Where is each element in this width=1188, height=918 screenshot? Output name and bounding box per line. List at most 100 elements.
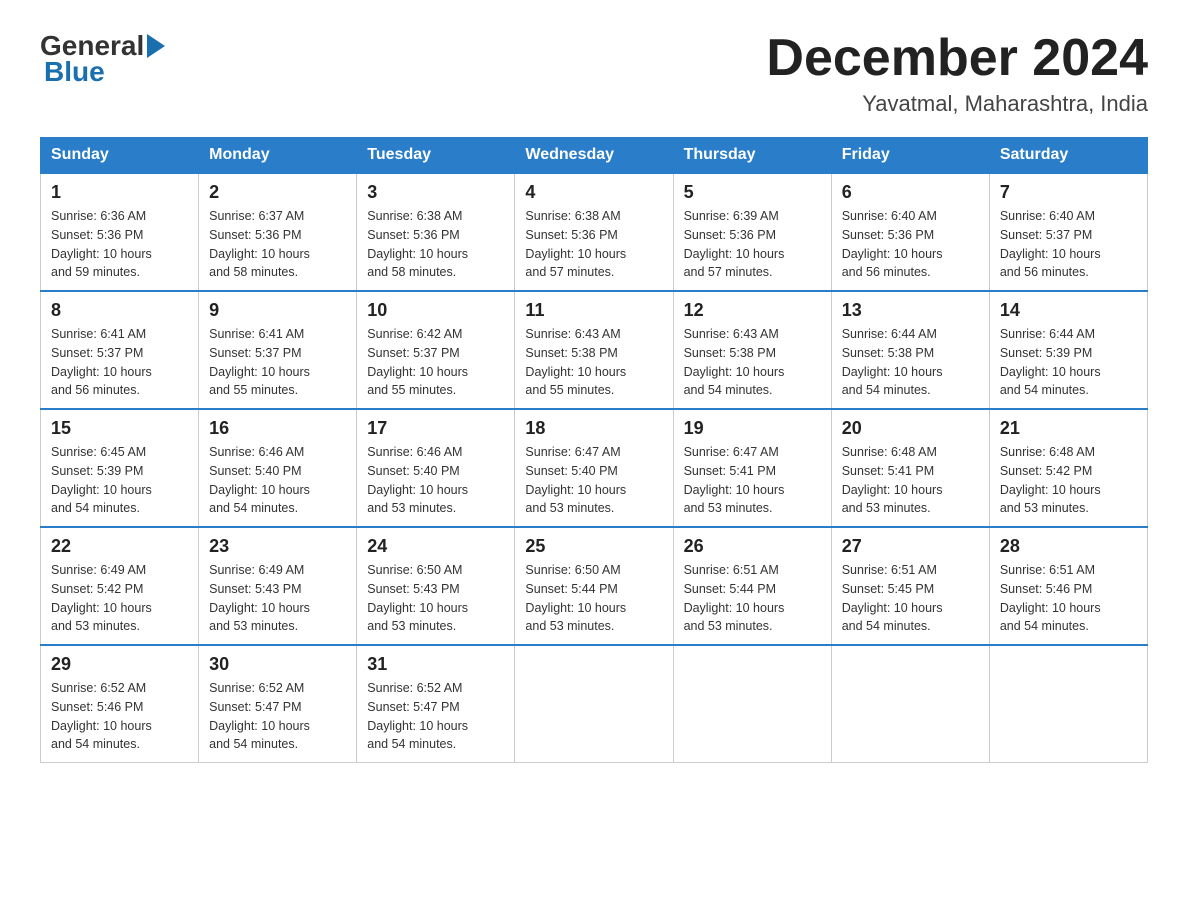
calendar-cell: 7 Sunrise: 6:40 AMSunset: 5:37 PMDaylight…	[989, 173, 1147, 291]
day-number: 11	[525, 300, 662, 321]
calendar-cell: 31 Sunrise: 6:52 AMSunset: 5:47 PMDayligh…	[357, 645, 515, 763]
calendar-cell: 8 Sunrise: 6:41 AMSunset: 5:37 PMDaylight…	[41, 291, 199, 409]
day-info: Sunrise: 6:45 AMSunset: 5:39 PMDaylight:…	[51, 443, 188, 518]
calendar-header: SundayMondayTuesdayWednesdayThursdayFrid…	[41, 138, 1148, 174]
calendar-cell: 9Sunrise: 6:41 AMSunset: 5:37 PMDaylight…	[199, 291, 357, 409]
calendar-body: 1 Sunrise: 6:36 AMSunset: 5:36 PMDaylight…	[41, 173, 1148, 763]
day-info: Sunrise: 6:49 AMSunset: 5:43 PMDaylight:…	[209, 561, 346, 636]
day-info: Sunrise: 6:39 AMSunset: 5:36 PMDaylight:…	[684, 207, 821, 282]
calendar-cell: 12 Sunrise: 6:43 AMSunset: 5:38 PMDayligh…	[673, 291, 831, 409]
page-header: General Blue December 2024 Yavatmal, Mah…	[40, 30, 1148, 117]
day-number: 12	[684, 300, 821, 321]
day-info: Sunrise: 6:51 AMSunset: 5:44 PMDaylight:…	[684, 561, 821, 636]
day-number: 27	[842, 536, 979, 557]
day-info: Sunrise: 6:38 AMSunset: 5:36 PMDaylight:…	[367, 207, 504, 282]
day-number: 16	[209, 418, 346, 439]
day-number: 2	[209, 182, 346, 203]
day-info: Sunrise: 6:50 AMSunset: 5:44 PMDaylight:…	[525, 561, 662, 636]
day-info: Sunrise: 6:46 AMSunset: 5:40 PMDaylight:…	[367, 443, 504, 518]
calendar-cell: 13Sunrise: 6:44 AMSunset: 5:38 PMDayligh…	[831, 291, 989, 409]
day-number: 22	[51, 536, 188, 557]
day-info: Sunrise: 6:40 AMSunset: 5:37 PMDaylight:…	[1000, 207, 1137, 282]
day-number: 26	[684, 536, 821, 557]
calendar-cell: 22 Sunrise: 6:49 AMSunset: 5:42 PMDayligh…	[41, 527, 199, 645]
logo-triangle-icon	[147, 34, 165, 58]
weekday-header-row: SundayMondayTuesdayWednesdayThursdayFrid…	[41, 138, 1148, 174]
day-info: Sunrise: 6:47 AMSunset: 5:40 PMDaylight:…	[525, 443, 662, 518]
calendar-week-row: 22 Sunrise: 6:49 AMSunset: 5:42 PMDayligh…	[41, 527, 1148, 645]
calendar-cell: 4 Sunrise: 6:38 AMSunset: 5:36 PMDaylight…	[515, 173, 673, 291]
calendar-cell: 21 Sunrise: 6:48 AMSunset: 5:42 PMDayligh…	[989, 409, 1147, 527]
day-info: Sunrise: 6:46 AMSunset: 5:40 PMDaylight:…	[209, 443, 346, 518]
calendar-week-row: 1 Sunrise: 6:36 AMSunset: 5:36 PMDaylight…	[41, 173, 1148, 291]
calendar-cell: 11 Sunrise: 6:43 AMSunset: 5:38 PMDayligh…	[515, 291, 673, 409]
day-info: Sunrise: 6:52 AMSunset: 5:46 PMDaylight:…	[51, 679, 188, 754]
day-number: 8	[51, 300, 188, 321]
day-number: 9	[209, 300, 346, 321]
calendar-cell: 28 Sunrise: 6:51 AMSunset: 5:46 PMDayligh…	[989, 527, 1147, 645]
day-info: Sunrise: 6:49 AMSunset: 5:42 PMDaylight:…	[51, 561, 188, 636]
day-info: Sunrise: 6:36 AMSunset: 5:36 PMDaylight:…	[51, 207, 188, 282]
day-info: Sunrise: 6:48 AMSunset: 5:42 PMDaylight:…	[1000, 443, 1137, 518]
day-info: Sunrise: 6:38 AMSunset: 5:36 PMDaylight:…	[525, 207, 662, 282]
weekday-header-sunday: Sunday	[41, 138, 199, 174]
calendar-cell: 26 Sunrise: 6:51 AMSunset: 5:44 PMDayligh…	[673, 527, 831, 645]
day-number: 30	[209, 654, 346, 675]
day-info: Sunrise: 6:47 AMSunset: 5:41 PMDaylight:…	[684, 443, 821, 518]
day-number: 4	[525, 182, 662, 203]
calendar-cell: 10 Sunrise: 6:42 AMSunset: 5:37 PMDayligh…	[357, 291, 515, 409]
weekday-header-tuesday: Tuesday	[357, 138, 515, 174]
calendar-cell: 19 Sunrise: 6:47 AMSunset: 5:41 PMDayligh…	[673, 409, 831, 527]
weekday-header-wednesday: Wednesday	[515, 138, 673, 174]
logo-blue-text: Blue	[44, 56, 105, 88]
calendar-week-row: 15Sunrise: 6:45 AMSunset: 5:39 PMDayligh…	[41, 409, 1148, 527]
day-number: 6	[842, 182, 979, 203]
day-number: 14	[1000, 300, 1137, 321]
day-info: Sunrise: 6:44 AMSunset: 5:38 PMDaylight:…	[842, 325, 979, 400]
day-number: 10	[367, 300, 504, 321]
day-info: Sunrise: 6:51 AMSunset: 5:45 PMDaylight:…	[842, 561, 979, 636]
calendar-cell: 6Sunrise: 6:40 AMSunset: 5:36 PMDaylight…	[831, 173, 989, 291]
day-number: 21	[1000, 418, 1137, 439]
day-number: 1	[51, 182, 188, 203]
day-info: Sunrise: 6:43 AMSunset: 5:38 PMDaylight:…	[525, 325, 662, 400]
day-info: Sunrise: 6:52 AMSunset: 5:47 PMDaylight:…	[367, 679, 504, 754]
day-info: Sunrise: 6:50 AMSunset: 5:43 PMDaylight:…	[367, 561, 504, 636]
day-number: 5	[684, 182, 821, 203]
calendar-cell: 16 Sunrise: 6:46 AMSunset: 5:40 PMDayligh…	[199, 409, 357, 527]
title-block: December 2024 Yavatmal, Maharashtra, Ind…	[766, 30, 1148, 117]
day-number: 23	[209, 536, 346, 557]
calendar-cell: 30 Sunrise: 6:52 AMSunset: 5:47 PMDayligh…	[199, 645, 357, 763]
calendar-week-row: 8 Sunrise: 6:41 AMSunset: 5:37 PMDaylight…	[41, 291, 1148, 409]
day-number: 28	[1000, 536, 1137, 557]
day-number: 24	[367, 536, 504, 557]
day-number: 19	[684, 418, 821, 439]
calendar-cell	[989, 645, 1147, 763]
calendar-cell: 1 Sunrise: 6:36 AMSunset: 5:36 PMDaylight…	[41, 173, 199, 291]
day-info: Sunrise: 6:43 AMSunset: 5:38 PMDaylight:…	[684, 325, 821, 400]
calendar-cell: 5 Sunrise: 6:39 AMSunset: 5:36 PMDaylight…	[673, 173, 831, 291]
day-info: Sunrise: 6:41 AMSunset: 5:37 PMDaylight:…	[51, 325, 188, 400]
day-info: Sunrise: 6:42 AMSunset: 5:37 PMDaylight:…	[367, 325, 504, 400]
weekday-header-saturday: Saturday	[989, 138, 1147, 174]
calendar-week-row: 29Sunrise: 6:52 AMSunset: 5:46 PMDayligh…	[41, 645, 1148, 763]
calendar-cell: 17 Sunrise: 6:46 AMSunset: 5:40 PMDayligh…	[357, 409, 515, 527]
day-number: 17	[367, 418, 504, 439]
calendar-cell: 25 Sunrise: 6:50 AMSunset: 5:44 PMDayligh…	[515, 527, 673, 645]
day-number: 25	[525, 536, 662, 557]
day-info: Sunrise: 6:44 AMSunset: 5:39 PMDaylight:…	[1000, 325, 1137, 400]
day-info: Sunrise: 6:51 AMSunset: 5:46 PMDaylight:…	[1000, 561, 1137, 636]
day-number: 31	[367, 654, 504, 675]
logo: General Blue	[40, 30, 165, 88]
calendar-cell: 3Sunrise: 6:38 AMSunset: 5:36 PMDaylight…	[357, 173, 515, 291]
day-number: 20	[842, 418, 979, 439]
day-info: Sunrise: 6:52 AMSunset: 5:47 PMDaylight:…	[209, 679, 346, 754]
calendar-subtitle: Yavatmal, Maharashtra, India	[766, 91, 1148, 117]
weekday-header-thursday: Thursday	[673, 138, 831, 174]
calendar-title: December 2024	[766, 30, 1148, 87]
calendar-cell: 23 Sunrise: 6:49 AMSunset: 5:43 PMDayligh…	[199, 527, 357, 645]
day-info: Sunrise: 6:48 AMSunset: 5:41 PMDaylight:…	[842, 443, 979, 518]
calendar-cell	[831, 645, 989, 763]
calendar-cell: 20 Sunrise: 6:48 AMSunset: 5:41 PMDayligh…	[831, 409, 989, 527]
day-number: 7	[1000, 182, 1137, 203]
